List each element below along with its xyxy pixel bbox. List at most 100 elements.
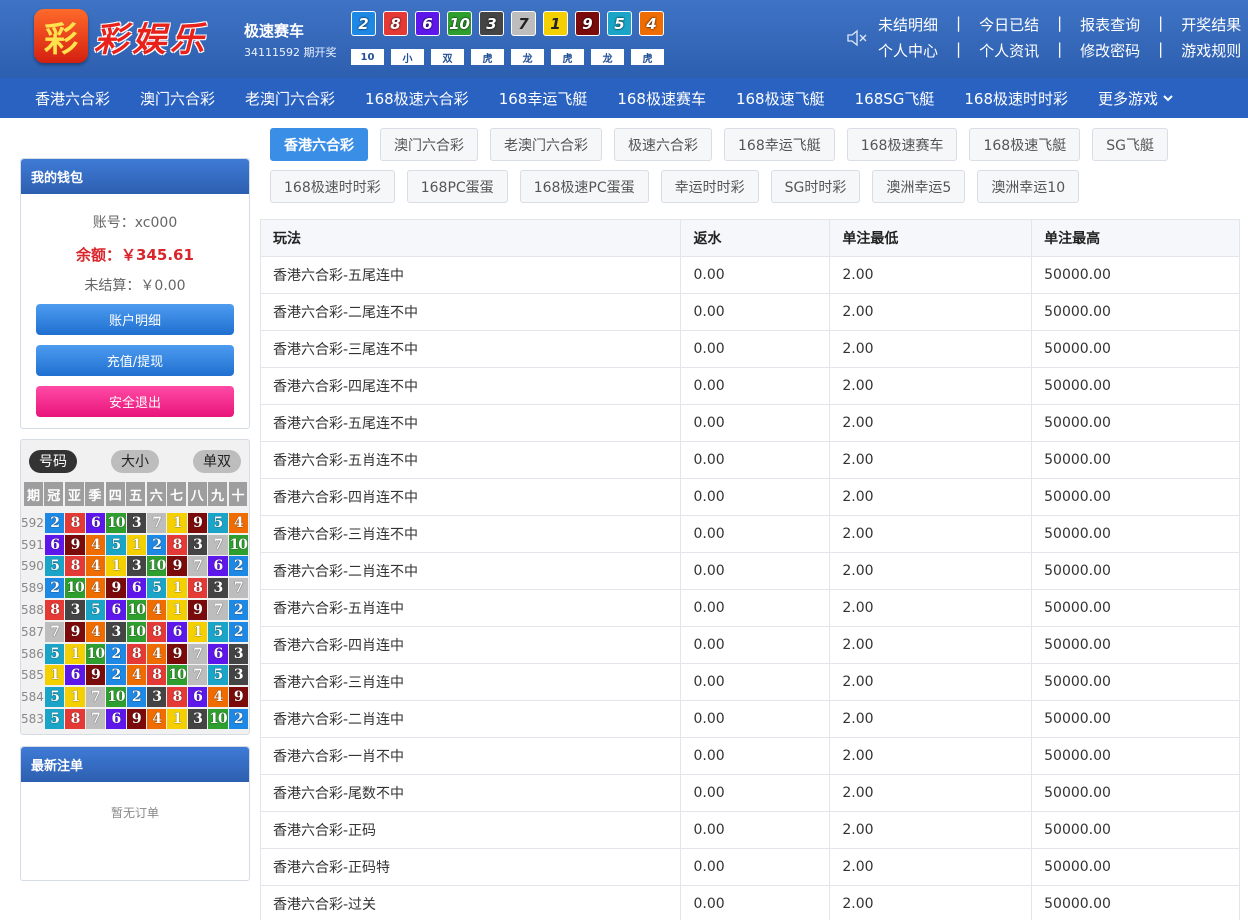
nav-item[interactable]: 澳门六合彩 [140, 88, 215, 109]
table-row: 香港六合彩-四肖连不中 0.00 2.00 50000.00 [259, 478, 1240, 516]
trend-cell: 10 [65, 578, 85, 599]
game-tab[interactable]: 香港六合彩 [270, 128, 368, 161]
table-cell: 50000.00 [1031, 848, 1240, 886]
logo-text: 彩娱乐 [94, 19, 208, 60]
table-cell: 0.00 [680, 441, 831, 479]
game-tabs: 香港六合彩 澳门六合彩 老澳门六合彩 极速六合彩 168幸运飞艇 168极速赛车 168极速… [270, 128, 1220, 203]
game-title: 极速赛车 [244, 22, 305, 40]
nav-item[interactable]: 168极速六合彩 [365, 88, 469, 109]
table-cell: 0.00 [680, 478, 831, 516]
top-links-row1: 未结明细 | 今日已结 | 报表查询 | 开奖结果 [878, 14, 1241, 35]
table-cell: 50000.00 [1031, 367, 1240, 405]
trend-cell: 10 [167, 665, 187, 686]
wallet-account: 账号：xc000 [92, 215, 178, 231]
trend-row: 591 6 9 4 5 1 2 8 3 7 10 [21, 534, 249, 556]
nav-item[interactable]: 168极速时时彩 [964, 88, 1068, 109]
table-cell: 0.00 [680, 589, 831, 627]
trend-cell: 9 [187, 600, 208, 621]
top-link[interactable]: 今日已结 [979, 14, 1039, 35]
top-link[interactable]: 报表查询 [1080, 14, 1140, 35]
table-cell: 香港六合彩-正码 [259, 811, 682, 849]
game-tab[interactable]: 168PC蛋蛋 [406, 170, 508, 203]
game-tab[interactable]: 168极速时时彩 [270, 170, 395, 203]
logout-button[interactable]: 安全退出 [36, 386, 234, 417]
game-tab[interactable]: 168极速赛车 [846, 128, 958, 161]
trend-cell: 6 [85, 512, 106, 533]
table-cell: 0.00 [680, 404, 831, 442]
top-link[interactable]: 修改密码 [1080, 40, 1140, 61]
table-cell: 0.00 [680, 848, 831, 886]
table-cell: 香港六合彩-四肖连不中 [259, 478, 682, 516]
game-tab[interactable]: 幸运时时彩 [660, 170, 759, 203]
game-tab[interactable]: 老澳门六合彩 [490, 128, 602, 161]
table-row: 香港六合彩-尾数不中 0.00 2.00 50000.00 [259, 774, 1240, 812]
trend-tab[interactable]: 大小 [111, 449, 159, 473]
game-tab[interactable]: 168幸运飞艇 [724, 128, 835, 161]
trend-cell: 7 [44, 621, 65, 642]
game-tab[interactable]: 澳洲幸运10 [977, 170, 1080, 203]
game-tab[interactable]: SG时时彩 [770, 170, 861, 203]
trend-cell: 3 [228, 665, 248, 686]
game-tab[interactable]: 极速六合彩 [614, 128, 712, 161]
nav-item[interactable]: 香港六合彩 [35, 88, 110, 109]
trend-cell: 6 [126, 578, 146, 599]
trend-cell: 7 [208, 534, 228, 555]
table-cell: 50000.00 [1031, 774, 1240, 812]
table-cell: 香港六合彩-二尾连不中 [259, 293, 682, 331]
table-cell: 香港六合彩-四尾连不中 [259, 367, 682, 405]
trend-cell: 8 [167, 687, 187, 708]
table-cell: 50000.00 [1031, 515, 1240, 553]
game-tab[interactable]: SG飞艇 [1092, 128, 1168, 161]
account-detail-button[interactable]: 账户明细 [36, 304, 234, 335]
trend-cell: 2 [106, 643, 126, 664]
game-tab[interactable]: 168极速飞艇 [969, 128, 1081, 161]
nav-item[interactable]: 168极速飞艇 [736, 88, 825, 109]
nav-item[interactable]: 168SG飞艇 [855, 88, 935, 109]
table-cell: 50000.00 [1031, 552, 1240, 590]
trend-period: 591 [21, 537, 44, 552]
trend-cell: 6 [65, 665, 85, 686]
game-tab[interactable]: 澳门六合彩 [380, 128, 478, 161]
top-link[interactable]: 开奖结果 [1181, 14, 1241, 35]
table-cell: 香港六合彩-五尾连不中 [259, 404, 682, 442]
logo[interactable]: 彩 彩娱乐 [34, 8, 208, 64]
trend-period: 587 [21, 624, 44, 639]
nav-more-games[interactable]: 更多游戏 [1098, 88, 1174, 109]
table-cell: 2.00 [829, 293, 1033, 331]
trend-cell: 8 [146, 665, 167, 686]
table-cell: 香港六合彩-一肖不中 [259, 737, 682, 775]
trend-cell: 5 [85, 600, 106, 621]
top-link[interactable]: 游戏规则 [1181, 40, 1241, 61]
nav-item[interactable]: 168极速赛车 [617, 88, 706, 109]
nav-item[interactable]: 老澳门六合彩 [245, 88, 335, 109]
table-cell: 50000.00 [1031, 256, 1240, 294]
top-link[interactable]: 个人中心 [878, 40, 938, 61]
game-tab[interactable]: 澳洲幸运5 [872, 170, 966, 203]
trend-cell: 10 [228, 534, 248, 555]
trend-cell: 1 [167, 709, 187, 730]
mute-icon[interactable] [846, 28, 868, 48]
trend-cell: 4 [85, 621, 106, 642]
result-stat: 虎 [471, 49, 504, 65]
trend-cell: 10 [146, 556, 166, 577]
trend-cell: 6 [167, 621, 187, 642]
result-ball: 7 [511, 11, 536, 36]
trend-tab[interactable]: 号码 [29, 449, 77, 473]
link-separator: | [1057, 40, 1063, 58]
trend-cell: 10 [106, 687, 126, 708]
trend-cell: 9 [65, 534, 85, 555]
top-link[interactable]: 未结明细 [878, 14, 938, 35]
trend-grid: 592 2 8 6 10 3 7 1 9 5 4 591 6 9 4 5 1 2 8 3 7 10 590 5 8 4 1 3 10 9 7… [21, 512, 249, 730]
recharge-withdraw-button[interactable]: 充值/提现 [36, 345, 234, 376]
trend-cell: 3 [146, 687, 167, 708]
table-header-cell: 返水 [680, 219, 831, 257]
top-link[interactable]: 个人资讯 [979, 40, 1039, 61]
trend-cell: 8 [146, 621, 167, 642]
game-tab[interactable]: 168极速PC蛋蛋 [519, 170, 649, 203]
result-ball: 5 [607, 11, 632, 36]
trend-header-cell: 期 [24, 482, 43, 506]
trend-tab[interactable]: 单双 [193, 449, 241, 473]
trend-cell: 9 [167, 643, 187, 664]
nav-item[interactable]: 168幸运飞艇 [499, 88, 588, 109]
table-row: 香港六合彩-二肖连不中 0.00 2.00 50000.00 [259, 552, 1240, 590]
